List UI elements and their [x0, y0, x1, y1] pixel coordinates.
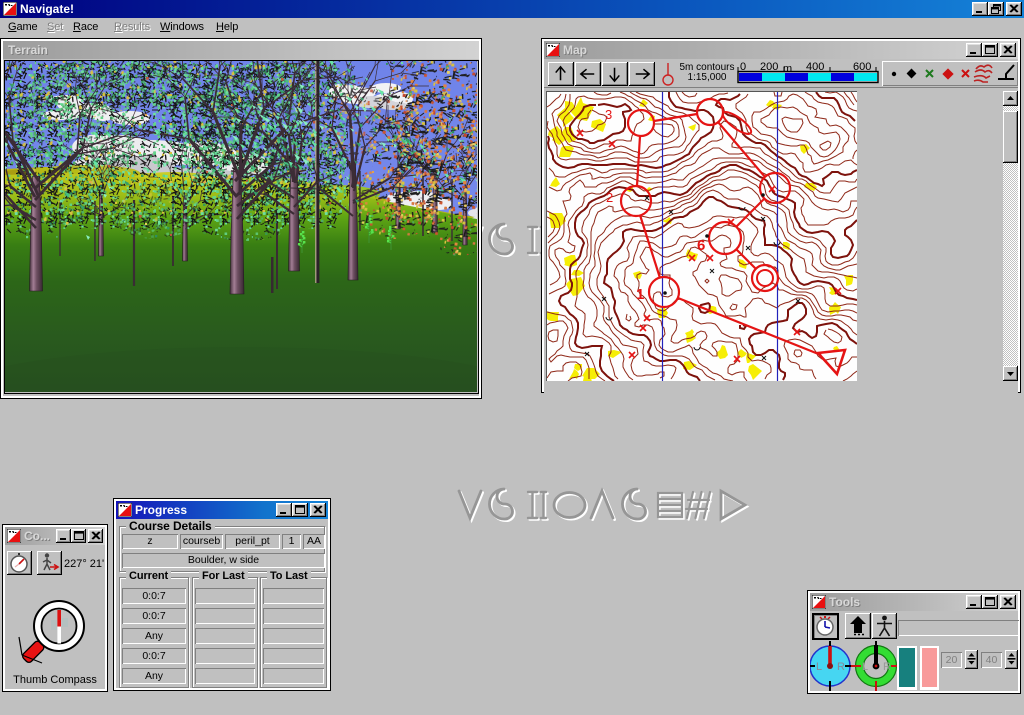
- svg-text:R: R: [837, 661, 845, 673]
- svg-text:1: 1: [636, 286, 644, 303]
- svg-text:L: L: [816, 661, 822, 673]
- svg-text:L: L: [862, 661, 868, 673]
- svg-text:3: 3: [605, 107, 612, 122]
- svg-text:R: R: [883, 661, 891, 673]
- svg-text:6: 6: [697, 237, 705, 254]
- svg-text:2: 2: [606, 190, 613, 205]
